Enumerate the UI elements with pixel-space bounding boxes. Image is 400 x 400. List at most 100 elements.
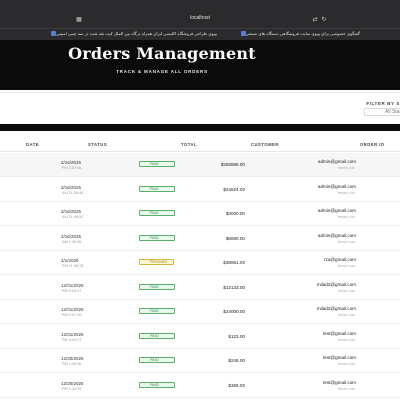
status-label: PAID	[150, 333, 159, 338]
order-total: $24000.00	[223, 309, 245, 314]
order-date: 12/30/2025	[61, 380, 84, 386]
order-total: $12133.00	[223, 284, 245, 290]
order-date: 12/31/2025	[61, 307, 84, 312]
customer-email: rza@gmail.com	[324, 257, 356, 262]
table-row[interactable]: 1/1/2026 PM 11:38:15 PENDING $38661.00 rza@g…	[0, 251, 400, 275]
customer-email: admin@gmail.com	[317, 208, 356, 213]
order-total: $123.00	[228, 333, 245, 339]
status-label: PAID	[150, 186, 159, 191]
address-bar[interactable]: ▦ localhost ⇄ ↻	[0, 14, 400, 26]
customer-email: milad2@gmail.com	[316, 281, 356, 287]
order-date: 2/16/2026	[61, 233, 82, 239]
reload-icon[interactable]: ↻	[320, 16, 328, 24]
table-row[interactable]: 12/31/2025 PM 2:37:00 PAID $24000.00 milad2@…	[0, 300, 400, 324]
order-time: PM 1:33:06	[62, 362, 82, 366]
bookmark-label: گفتگوی خصوصی برای ویوی سایت فروشگاهی دست…	[245, 31, 360, 36]
customer-email: milad2@gmail.com	[316, 306, 356, 311]
order-total: $246.00	[228, 358, 245, 363]
order-date: 2/16/2026	[61, 209, 82, 214]
status-label: PAID	[150, 235, 159, 240]
translate-icon[interactable]: ⇄	[311, 16, 319, 24]
order-date: 2/16/2026	[61, 184, 82, 190]
status-badge: PAID	[139, 308, 175, 314]
hero-banner: Orders Management TRACK & MANAGE ALL ORD…	[0, 40, 400, 90]
customer-email: test@gmail.com	[323, 379, 356, 385]
table-row[interactable]: 2/16/2026 AM 1:36:56 PAID $6690.00 admin@gma…	[0, 226, 400, 251]
status-badge: PAID	[139, 234, 175, 241]
filter-label: FILTER BY S	[366, 101, 400, 106]
header-total[interactable]: TOTAL	[181, 142, 197, 147]
table-row[interactable]: 12/31/2025 PM 3:09:47 PAID $12133.00 milad2@…	[0, 275, 400, 300]
status-badge: PAID	[139, 185, 175, 192]
order-total: $6690.00	[225, 235, 245, 241]
order-time: PM 2:37:06	[62, 166, 82, 170]
status-badge: PAID	[139, 210, 175, 216]
order-time: PM 4:44:37	[62, 337, 82, 342]
customer-location: tehran, iran	[337, 362, 355, 366]
customer-location: tehran, iran	[337, 166, 355, 170]
customer-email: test@gmail.com	[323, 330, 356, 336]
table-header: DATE STATUS TOTAL CUSTOMER ORDER ID	[0, 137, 400, 152]
order-time: PM 1:15:29	[62, 386, 82, 391]
page-title: Orders Management	[68, 44, 256, 63]
table-row[interactable]: 12/30/2025 PM 1:15:29 PAID $369.00 test@gmai…	[0, 373, 400, 398]
order-total: $3000.00	[225, 211, 245, 216]
customer-location: tehran, iran	[337, 313, 355, 317]
divider	[0, 92, 400, 93]
header-date[interactable]: DATE	[26, 142, 39, 147]
divider	[0, 124, 400, 131]
table-row[interactable]: 2/16/2026 AM 11:55:48 PAID $24624.00 admin@g…	[0, 177, 400, 202]
bookmark-item[interactable]: گفتگوی خصوصی برای ویوی سایت فروشگاهی دست…	[239, 31, 360, 37]
header-order-id[interactable]: ORDER ID	[360, 142, 384, 147]
address-text[interactable]: localhost	[0, 15, 400, 21]
status-badge: PAID	[139, 332, 175, 339]
status-filter-select[interactable]: All Stat	[364, 108, 400, 116]
order-total: $369.00	[228, 382, 245, 388]
status-badge: PAID	[139, 161, 175, 167]
customer-location: tehran, iran	[337, 337, 355, 342]
status-label: PAID	[150, 309, 159, 313]
status-label: PAID	[150, 358, 159, 362]
order-time: PM 2:37:00	[62, 313, 82, 317]
order-time: PM 11:38:15	[62, 264, 84, 268]
status-badge: PAID	[139, 283, 175, 290]
customer-location: tehran, iran	[337, 239, 355, 244]
header-customer[interactable]: CUSTOMER	[251, 142, 279, 147]
status-label: PAID	[150, 162, 159, 166]
customer-location: tehran, iran	[337, 215, 355, 219]
order-total: $258888.00	[220, 162, 245, 167]
order-total: $38661.00	[223, 260, 245, 265]
customer-location: tehran, iran	[337, 264, 355, 268]
table-row[interactable]: 12/30/2025 PM 1:33:06 PAID $246.00 test@gmai…	[0, 349, 400, 373]
customer-email: admin@gmail.com	[317, 159, 356, 164]
filter-bar: FILTER BY S All Stat	[0, 90, 400, 124]
order-date: 1/1/2026	[61, 258, 79, 263]
bookmark-label: ویوی طراحی فروشگاه اکلیسی ایران همراه در…	[56, 31, 217, 36]
status-label: PENDING	[150, 260, 168, 264]
customer-location: tehran, iran	[337, 386, 355, 391]
order-date: 12/31/2025	[61, 331, 84, 337]
browser-chrome: ▦ localhost ⇄ ↻ گفتگوی خصوصی برای ویوی س…	[0, 0, 400, 40]
order-time: AM 1:36:56	[62, 239, 82, 244]
customer-email: test@gmail.com	[323, 355, 356, 360]
table-row[interactable]: 2/16/2026 PM 2:37:06 PAID $258888.00 admin@g…	[0, 153, 400, 177]
table-row[interactable]: 12/31/2025 PM 4:44:37 PAID $123.00 test@gmai…	[0, 324, 400, 349]
order-date: 12/31/2025	[61, 282, 84, 288]
order-total: $24624.00	[223, 186, 245, 192]
bookmark-item[interactable]: ویوی طراحی فروشگاه اکلیسی ایران همراه در…	[49, 31, 217, 37]
page-subtitle: TRACK & MANAGE ALL ORDERS	[116, 69, 208, 74]
order-date: 2/16/2026	[61, 160, 82, 165]
customer-location: tehran, iran	[337, 190, 355, 195]
bookmarks-bar: گفتگوی خصوصی برای ویوی سایت فروشگاهی دست…	[0, 28, 400, 39]
customer-email: admin@gmail.com	[317, 183, 356, 189]
status-label: PAID	[150, 211, 159, 215]
order-time: PM 3:09:47	[62, 288, 82, 293]
table-row[interactable]: 2/16/2026 AM 11:49:53 PAID $3000.00 admin@gm…	[0, 202, 400, 226]
header-status[interactable]: STATUS	[88, 142, 107, 147]
status-label: PAID	[150, 382, 159, 387]
status-badge: PAID	[139, 381, 175, 388]
order-time: AM 11:49:53	[62, 215, 84, 219]
status-badge: PAID	[139, 357, 175, 363]
customer-email: admin@gmail.com	[317, 232, 356, 238]
order-date: 12/30/2025	[61, 356, 84, 361]
